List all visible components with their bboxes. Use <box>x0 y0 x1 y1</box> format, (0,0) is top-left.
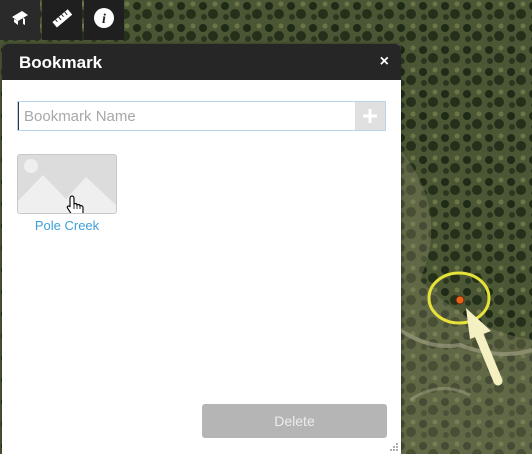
bookmark-tool-icon <box>9 7 31 34</box>
delete-button[interactable]: Delete <box>202 404 387 438</box>
bookmark-panel: Bookmark × Bookmark Name Pole Creek Dele… <box>2 44 401 454</box>
bookmark-name-input[interactable] <box>18 102 355 130</box>
panel-header: Bookmark × <box>2 44 401 80</box>
map-toolbar: i <box>0 0 124 40</box>
bookmark-thumbnail[interactable] <box>17 154 117 214</box>
hand-cursor-icon <box>66 195 84 213</box>
measure-tool-button[interactable] <box>42 0 82 40</box>
close-icon[interactable]: × <box>380 53 389 71</box>
info-icon: i <box>93 7 115 34</box>
bookmark-item[interactable]: Pole Creek <box>17 154 117 233</box>
panel-title: Bookmark <box>19 53 103 72</box>
info-tool-button[interactable]: i <box>84 0 124 40</box>
resize-grip-icon[interactable] <box>389 442 399 452</box>
location-marker[interactable] <box>455 295 465 305</box>
svg-text:i: i <box>102 12 106 27</box>
bookmark-label[interactable]: Pole Creek <box>17 218 117 233</box>
measure-ruler-icon <box>51 7 73 34</box>
bookmark-name-field <box>17 101 386 131</box>
map-view[interactable]: i Bookmark × Bookmark Name Pole Creek De… <box>0 0 532 454</box>
plus-icon <box>363 109 377 123</box>
add-bookmark-button[interactable] <box>355 102 385 130</box>
bookmark-tool-button[interactable] <box>0 0 40 40</box>
